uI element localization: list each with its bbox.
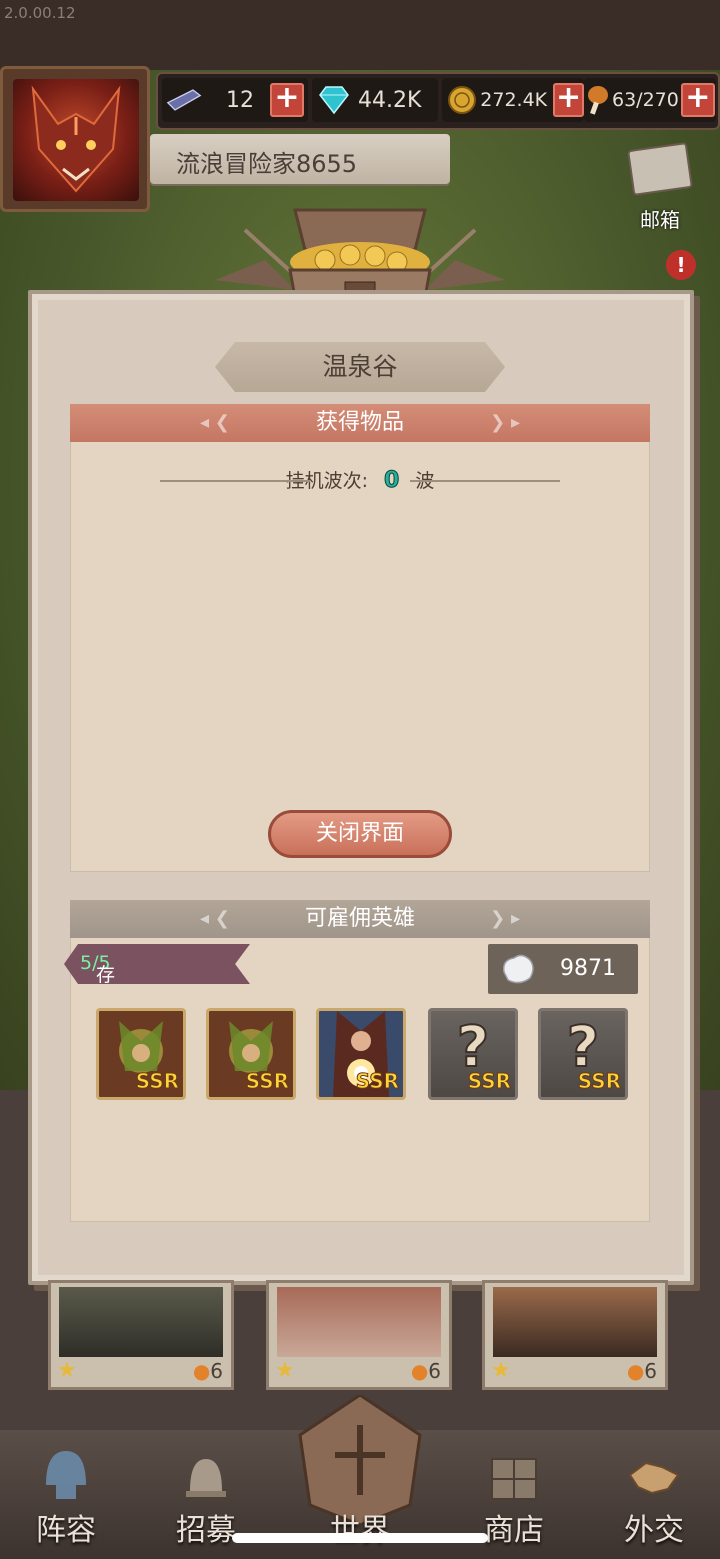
drumstick-icon	[584, 82, 610, 118]
stamina-bar-icon	[166, 82, 202, 118]
diamond-icon	[316, 82, 352, 118]
hero-slot-unknown[interactable]: ? SSR	[538, 1008, 628, 1100]
gold-value: 272.4K	[480, 89, 548, 111]
hero-slot[interactable]: SSR	[206, 1008, 296, 1100]
ssr-badge: SSR	[245, 1069, 289, 1094]
gold-plus-button[interactable]: +	[553, 83, 584, 117]
quest-cost: ●6	[626, 1359, 657, 1383]
quest-card-image	[493, 1287, 657, 1357]
resource-diamond: 44.2K	[312, 78, 438, 122]
ssr-badge: SSR	[135, 1069, 179, 1094]
diamond-value: 44.2K	[358, 87, 422, 113]
resource-gold: 272.4K +	[442, 78, 584, 122]
wolf-avatar-icon	[13, 79, 139, 201]
crate-icon	[491, 1458, 537, 1500]
panel-title: 温泉谷	[322, 352, 398, 381]
mail-label: 邮箱	[640, 208, 680, 232]
star-icon: ★	[275, 1358, 295, 1383]
version-label: 2.0.00.12	[4, 4, 76, 22]
nav-diplomacy[interactable]: 外交	[594, 1445, 714, 1549]
hero-slot-unknown[interactable]: ? SSR	[428, 1008, 518, 1100]
envelope-icon	[627, 142, 693, 196]
food-value: 63/270	[612, 89, 679, 111]
quest-card-image	[59, 1287, 223, 1357]
heroes-header: ◂ ❮ 可雇佣英雄 ❯ ▸	[70, 900, 650, 938]
items-header: ◂ ❮ 获得物品 ❯ ▸	[70, 404, 650, 442]
silver-value: 9871	[560, 956, 616, 981]
mail-button[interactable]: 邮箱	[622, 142, 698, 232]
star-icon: ★	[491, 1358, 511, 1383]
nav-lineup-label: 阵容	[36, 1513, 96, 1548]
food-plus-button[interactable]: +	[680, 83, 715, 117]
divider-left	[160, 480, 310, 482]
nav-diplomacy-label: 外交	[624, 1513, 684, 1548]
items-header-label: 获得物品	[315, 410, 404, 435]
resource-stamina: 12 +	[162, 78, 308, 122]
ssr-badge: SSR	[577, 1069, 621, 1094]
stamina-value: 12	[226, 87, 254, 113]
left-arrow-deco-icon: ◂ ❮	[200, 412, 230, 433]
wave-count: 0	[384, 468, 400, 494]
silver-ore-icon	[500, 952, 536, 986]
divider-right	[410, 480, 560, 482]
panel-title-plate: 温泉谷	[215, 342, 505, 392]
drumstick-icon: ●	[192, 1359, 211, 1383]
quest-cost: ●6	[192, 1359, 223, 1383]
wave-info: 挂机波次: 0 波	[70, 466, 650, 496]
hero-slot[interactable]: SSR	[96, 1008, 186, 1100]
nav-recruit-label: 招募	[176, 1513, 236, 1548]
nav-lineup[interactable]: 阵容	[6, 1445, 126, 1549]
stamina-plus-button[interactable]: +	[270, 83, 304, 117]
nav-shop-label: 商店	[484, 1513, 544, 1548]
ssr-badge: SSR	[467, 1069, 511, 1094]
gold-coin-icon	[446, 82, 478, 118]
drumstick-icon: ●	[626, 1359, 645, 1383]
top-bar-background	[0, 0, 720, 70]
storage-ribbon: 存储数量:5/5	[64, 944, 250, 984]
handshake-icon	[628, 1461, 680, 1495]
resource-food: 63/270 +	[584, 78, 716, 122]
quest-card[interactable]: ★ ●6	[48, 1280, 234, 1390]
quest-cost: ●6	[410, 1359, 441, 1383]
hero-slot[interactable]: SSR	[316, 1008, 406, 1100]
left-arrow-deco-icon: ◂ ❮	[200, 908, 230, 929]
player-avatar[interactable]	[0, 66, 150, 212]
drumstick-icon: ●	[410, 1359, 429, 1383]
quest-card-image	[277, 1287, 441, 1357]
quest-card[interactable]: ★ ●6	[266, 1280, 452, 1390]
helmet-icon	[46, 1451, 86, 1499]
right-arrow-deco-icon: ❯ ▸	[490, 908, 520, 929]
player-name-banner[interactable]: 流浪冒险家8655	[150, 134, 450, 184]
close-panel-button[interactable]: 关闭界面	[268, 810, 452, 858]
right-arrow-deco-icon: ❯ ▸	[490, 412, 520, 433]
bell-icon	[186, 1459, 226, 1497]
quest-card[interactable]: ★ ●6	[482, 1280, 668, 1390]
silver-currency: 9871	[488, 944, 638, 994]
heroes-header-label: 可雇佣英雄	[304, 906, 415, 931]
star-icon: ★	[57, 1358, 77, 1383]
ssr-badge: SSR	[355, 1069, 399, 1094]
home-indicator[interactable]	[232, 1533, 488, 1543]
player-name: 流浪冒险家8655	[176, 150, 358, 178]
alert-badge-icon[interactable]: !	[666, 250, 696, 280]
